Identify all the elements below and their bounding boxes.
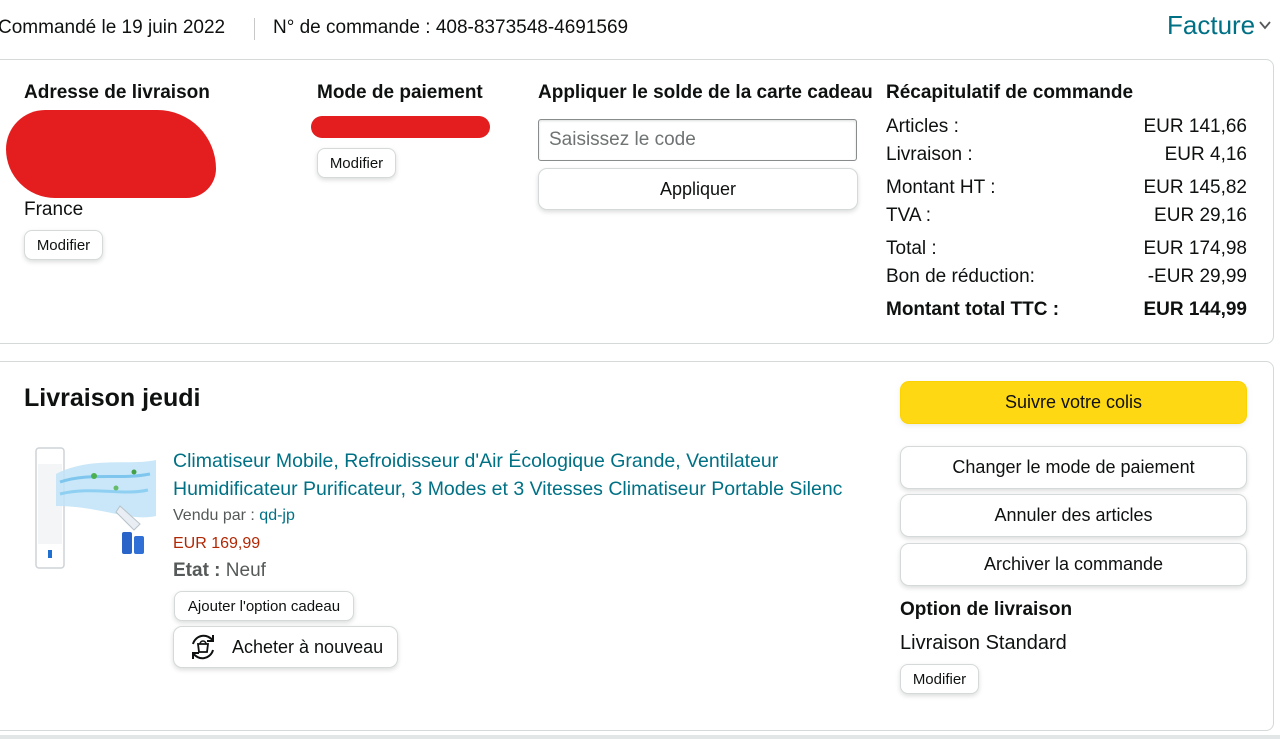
buy-again-button[interactable]: Acheter à nouveau <box>173 626 398 668</box>
header-divider <box>254 18 255 40</box>
payment-title: Mode de paiement <box>317 82 483 103</box>
summary-row-total: Total : EUR 174,98 <box>886 238 1247 260</box>
edit-payment-button[interactable]: Modifier <box>317 148 396 178</box>
summary-row-subtotal-ht: Montant HT : EUR 145,82 <box>886 177 1247 199</box>
summary-value: EUR 141,66 <box>1143 116 1247 137</box>
sold-by-label: Vendu par : <box>173 507 255 524</box>
order-header: Commandé le 19 juin 2022 N° de commande … <box>0 0 1280 56</box>
delivery-option-title: Option de livraison <box>900 599 1073 620</box>
summary-label: Articles : <box>886 116 959 137</box>
seller-link[interactable]: qd-jp <box>259 507 295 524</box>
summary-label: Total : <box>886 238 937 259</box>
summary-value: EUR 145,82 <box>1143 177 1247 198</box>
buy-again-label: Acheter à nouveau <box>232 636 384 657</box>
product-image[interactable] <box>30 446 160 574</box>
buy-again-icon <box>192 634 214 660</box>
grand-total-label: Montant total TTC : <box>886 299 1060 320</box>
track-package-button[interactable]: Suivre votre colis <box>900 381 1247 424</box>
gift-card-code-input[interactable] <box>538 119 857 161</box>
summary-label: Bon de réduction: <box>886 266 1035 287</box>
archive-order-button[interactable]: Archiver la commande <box>900 543 1247 586</box>
summary-row-discount: Bon de réduction: -EUR 29,99 <box>886 266 1247 288</box>
summary-row-shipping: Livraison : EUR 4,16 <box>886 144 1247 166</box>
grand-total-value: EUR 144,99 <box>1143 299 1247 320</box>
summary-label: Montant HT : <box>886 177 996 198</box>
summary-row-grand-total: Montant total TTC : EUR 144,99 <box>886 299 1247 321</box>
edit-delivery-option-button[interactable]: Modifier <box>900 664 979 694</box>
redacted-payment <box>311 116 490 138</box>
bottom-divider <box>0 735 1280 739</box>
summary-row-items: Articles : EUR 141,66 <box>886 116 1247 138</box>
invoice-link[interactable]: Facture <box>1167 10 1255 41</box>
order-number: N° de commande : 408-8373548-4691569 <box>273 17 629 38</box>
summary-value: -EUR 29,99 <box>1147 266 1247 287</box>
redacted-address <box>6 110 216 198</box>
summary-value: EUR 174,98 <box>1143 238 1247 259</box>
gift-card-title: Appliquer le solde de la carte cadeau <box>538 82 873 103</box>
order-summary-title: Récapitulatif de commande <box>886 82 1134 103</box>
sold-by: Vendu par : qd-jp <box>173 507 295 525</box>
summary-value: EUR 4,16 <box>1164 144 1247 165</box>
summary-row-vat: TVA : EUR 29,16 <box>886 205 1247 227</box>
product-price: EUR 169,99 <box>173 535 261 552</box>
condition-value: Neuf <box>225 560 266 581</box>
summary-label: TVA : <box>886 205 932 226</box>
add-gift-option-button[interactable]: Ajouter l'option cadeau <box>174 591 354 621</box>
edit-address-button[interactable]: Modifier <box>24 230 103 260</box>
chevron-down-icon[interactable] <box>1258 18 1272 32</box>
condition-label: Etat : <box>173 560 221 581</box>
apply-gift-card-button[interactable]: Appliquer <box>538 168 858 210</box>
condition: Etat : Neuf <box>173 560 266 582</box>
order-date: Commandé le 19 juin 2022 <box>0 17 226 38</box>
product-title-link[interactable]: Climatiseur Mobile, Refroidisseur d'Air … <box>173 447 863 503</box>
shipping-country: France <box>24 199 84 220</box>
shipping-address-title: Adresse de livraison <box>24 82 210 103</box>
summary-value: EUR 29,16 <box>1154 205 1247 226</box>
delivery-option-value: Livraison Standard <box>900 632 1067 654</box>
summary-label: Livraison : <box>886 144 973 165</box>
cancel-items-button[interactable]: Annuler des articles <box>900 494 1247 537</box>
change-payment-button[interactable]: Changer le mode de paiement <box>900 446 1247 489</box>
shipment-title: Livraison jeudi <box>24 384 201 412</box>
